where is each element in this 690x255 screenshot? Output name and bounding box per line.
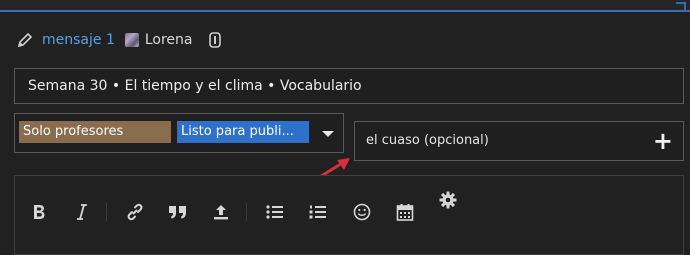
- emoji-button[interactable]: [351, 201, 373, 223]
- quote-icon: [169, 206, 186, 219]
- history-icon[interactable]: [208, 32, 221, 48]
- reply-header: mensaje 1 Lorena: [16, 28, 221, 52]
- bold-button[interactable]: [28, 201, 50, 223]
- tag-solo-profesores[interactable]: Solo profesores: [19, 121, 171, 143]
- numbered-list-button[interactable]: [307, 201, 329, 223]
- top-bar: [0, 0, 690, 12]
- corner-marker: [676, 2, 686, 10]
- user-avatar: [124, 33, 139, 47]
- pencil-icon: [16, 31, 34, 49]
- tags-selector[interactable]: Solo profesores Listo para publi...: [14, 113, 344, 153]
- top-accent-line: [0, 10, 690, 12]
- upload-icon: [214, 205, 228, 220]
- cc-field[interactable]: el cuaso (opcional) +: [354, 121, 684, 161]
- calendar-button[interactable]: [394, 201, 416, 223]
- upload-button[interactable]: [210, 201, 232, 223]
- italic-button[interactable]: [71, 201, 93, 223]
- username: Lorena: [144, 32, 193, 48]
- gear-icon: [439, 191, 457, 209]
- chevron-down-icon[interactable]: [322, 131, 334, 137]
- quote-button[interactable]: [167, 201, 189, 223]
- link-button[interactable]: [124, 201, 146, 223]
- bullet-list-button[interactable]: [264, 201, 286, 223]
- tag-listo-para-publicar[interactable]: Listo para publi...: [177, 121, 309, 143]
- numbered-list-icon: [309, 205, 326, 219]
- topic-title-value: Semana 30 • El tiempo y el clima • Vocab…: [28, 78, 362, 94]
- calendar-icon: [396, 204, 414, 221]
- reply-to-link[interactable]: mensaje 1: [42, 32, 115, 48]
- add-icon[interactable]: +: [653, 128, 673, 154]
- toolbar-divider: [246, 203, 247, 221]
- composer-editor[interactable]: [14, 175, 684, 255]
- settings-button[interactable]: [437, 189, 459, 211]
- bullet-list-icon: [266, 205, 283, 219]
- link-icon: [127, 203, 143, 221]
- emoji-icon: [353, 203, 371, 221]
- bold-icon: [34, 205, 45, 219]
- topic-title-field[interactable]: Semana 30 • El tiempo y el clima • Vocab…: [14, 68, 684, 104]
- italic-icon: [77, 204, 87, 220]
- toolbar-divider: [106, 203, 107, 221]
- cc-placeholder: el cuaso (opcional): [366, 133, 489, 148]
